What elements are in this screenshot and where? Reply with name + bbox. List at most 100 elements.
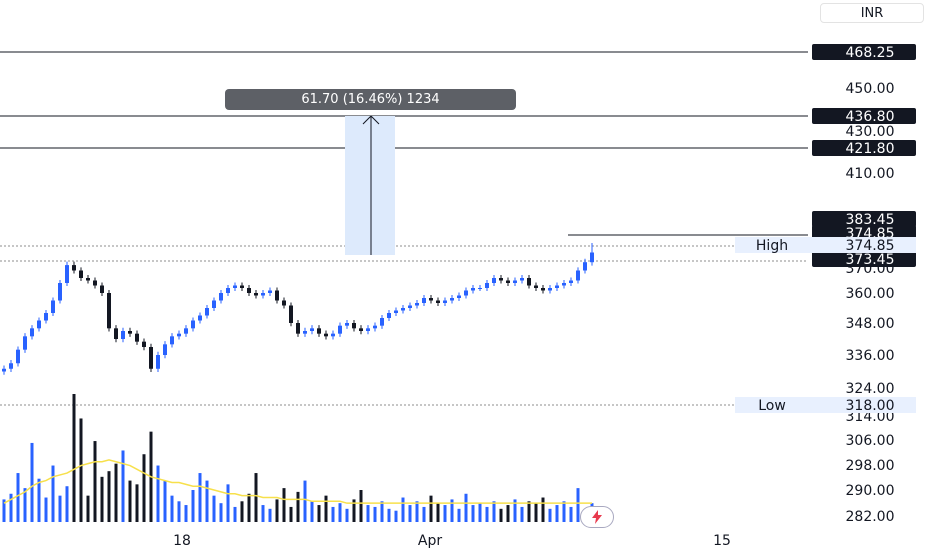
horizontal-lines[interactable] [0, 51, 808, 236]
volume-bar [233, 506, 237, 522]
volume-bar [569, 506, 573, 522]
candle-body [506, 280, 510, 283]
candle-body [576, 270, 580, 281]
volume-bar [443, 505, 447, 522]
volume-bar [345, 508, 349, 522]
time-tick-label: 15 [713, 533, 731, 549]
candle-body [261, 293, 265, 296]
candle-body [485, 283, 489, 288]
volume-bar [219, 503, 223, 522]
candle-body [142, 341, 146, 347]
candle-body [450, 298, 454, 301]
candle-body [436, 300, 440, 303]
currency-button[interactable]: INR [820, 3, 924, 23]
volume-bar [268, 508, 272, 522]
candle-body [37, 320, 41, 329]
volume-bar [58, 495, 62, 522]
candle-body [324, 333, 328, 337]
price-tick-label: 336.00 [846, 348, 895, 364]
volume-bar [156, 465, 160, 522]
price-tick-label: 306.00 [846, 433, 895, 449]
volume-bar [163, 480, 167, 522]
candle-body [247, 288, 251, 293]
candle-body [226, 288, 230, 293]
price-tick-label: 360.00 [846, 286, 895, 302]
price-label-468.25-text: 468.25 [846, 45, 895, 61]
volume-bar [72, 394, 76, 522]
price-tick-label: 348.00 [846, 316, 895, 332]
candle-body [9, 363, 13, 369]
candle-body [100, 285, 104, 293]
volume-bar [317, 505, 321, 522]
volume-bar [534, 503, 538, 522]
volume-bar [212, 495, 216, 522]
volume-bar [408, 505, 412, 522]
volume-bar [485, 506, 489, 522]
price-label-436.80-text: 436.80 [846, 109, 895, 125]
chart-canvas[interactable]: 450.00430.00410.00370.00360.00348.00336.… [0, 0, 932, 550]
price-label-436.80: 436.80 [812, 108, 916, 125]
price-label-421.80: 421.80 [812, 140, 916, 157]
candle-body [254, 293, 258, 296]
volume-bar [401, 497, 405, 522]
candle-body [163, 344, 167, 355]
volume-bar [282, 488, 286, 522]
volume-bar [541, 497, 545, 522]
volume-bar [226, 484, 230, 522]
volume-bar [44, 497, 48, 522]
volume-bar [128, 480, 132, 522]
volume-bar [37, 478, 41, 522]
candle-body [443, 300, 447, 303]
high-label-value: 374.85 [846, 238, 895, 254]
volume-bar [303, 480, 307, 522]
dotted-levels [0, 245, 808, 406]
candle-body [44, 313, 48, 321]
volume-bar [296, 491, 300, 522]
volume-bar [310, 501, 314, 522]
candle-body [16, 349, 20, 364]
low-label-label: Low [758, 398, 786, 414]
volume-bar [191, 490, 195, 522]
high-label-label: High [756, 238, 788, 254]
candle-body [198, 315, 202, 321]
candle-body [79, 270, 83, 278]
candle-body [212, 300, 216, 308]
candle-body [562, 283, 566, 286]
candle-body [51, 300, 55, 313]
volume-bar [275, 499, 279, 522]
candle-body [107, 293, 111, 329]
candle-body [387, 313, 391, 318]
time-scale[interactable]: 18 Apr 15 [173, 533, 731, 549]
candle-body [583, 262, 587, 271]
candle-body [338, 325, 342, 334]
volume-bar [324, 495, 328, 522]
candle-body [114, 328, 118, 339]
candle-body [303, 331, 307, 334]
price-tick-label: 290.00 [846, 483, 895, 499]
candle-body [541, 288, 545, 291]
volume-bar [478, 503, 482, 522]
volume-bar [107, 471, 111, 522]
candle-body [331, 333, 335, 337]
candle-body [128, 331, 132, 334]
volume-bar [135, 484, 139, 522]
volume-bar [555, 505, 559, 522]
candle-body [121, 331, 125, 339]
candle-body [177, 333, 181, 337]
volume-bar [240, 501, 244, 522]
volume-bar [170, 495, 174, 522]
candle-body [184, 328, 188, 334]
volume-bar [499, 508, 503, 522]
volume-bar [366, 505, 370, 522]
measure-label: 61.70 (16.46%) 1234 [225, 89, 516, 110]
volume-bar [93, 441, 97, 522]
candle-body [170, 336, 174, 345]
candle-body [282, 300, 286, 306]
candle-body [23, 336, 27, 350]
candle-body [527, 278, 531, 286]
volume-bar [142, 454, 146, 522]
flash-button[interactable] [580, 506, 614, 528]
low-label-value: 318.00 [846, 398, 895, 414]
price-tick-label: 324.00 [846, 381, 895, 397]
volume-bar [506, 505, 510, 522]
